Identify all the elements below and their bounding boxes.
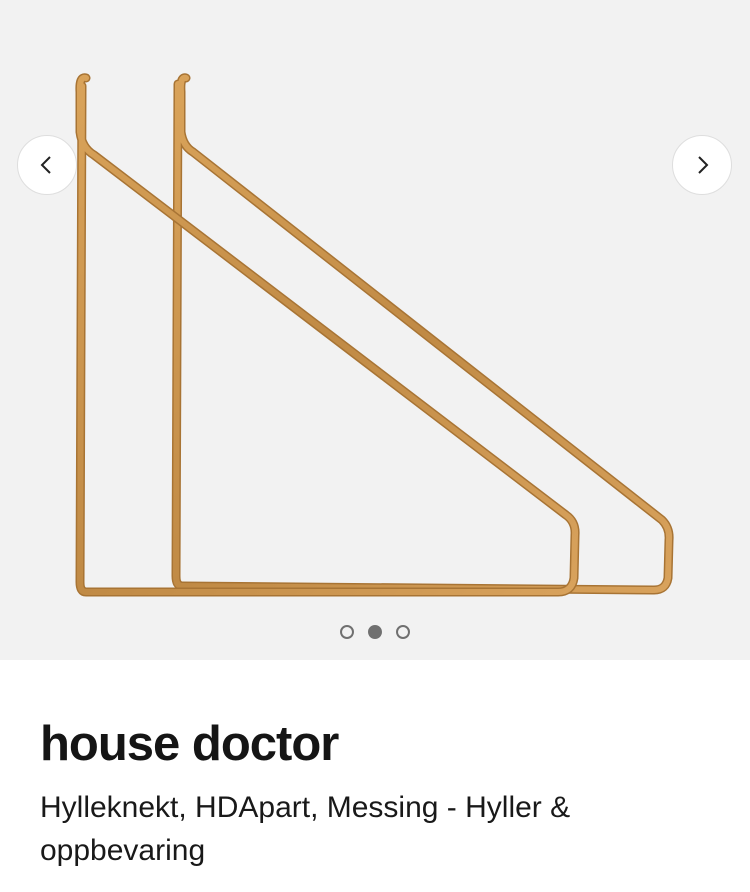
brand-name[interactable]: house doctor (40, 714, 710, 774)
brass-bracket-front (75, 73, 580, 597)
previous-image-button[interactable] (17, 135, 77, 195)
carousel-dot-2[interactable] (368, 625, 382, 639)
product-title: Hylleknekt, HDApart, Messing - Hyller & … (40, 791, 571, 867)
carousel-indicator (0, 625, 750, 639)
carousel-dot-3[interactable] (396, 625, 410, 639)
chevron-right-icon (698, 156, 709, 174)
product-image-gallery (0, 0, 750, 660)
brass-bracket-back (171, 73, 674, 595)
carousel-dot-1[interactable] (340, 625, 354, 639)
product-image[interactable] (0, 0, 750, 660)
next-image-button[interactable] (672, 135, 732, 195)
chevron-left-icon (40, 156, 51, 174)
product-info: house doctor Hylleknekt, HDApart, Messin… (0, 714, 750, 872)
